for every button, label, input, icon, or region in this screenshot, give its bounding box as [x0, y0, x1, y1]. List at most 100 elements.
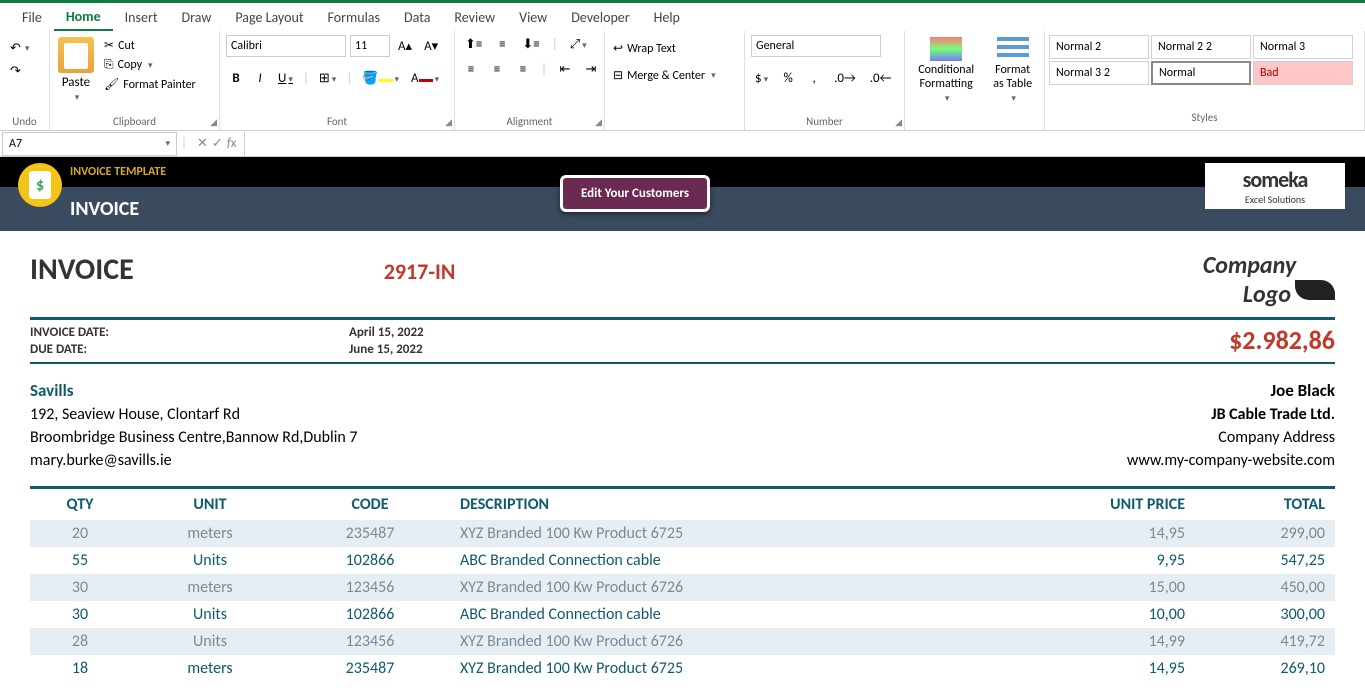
enter-formula-icon[interactable]: ✓ [212, 136, 223, 151]
invoice-body: INVOICE 2917-IN CompanyLogo INVOICE DATE… [0, 231, 1365, 682]
border-button[interactable]: ⊞▾ [315, 69, 340, 88]
table-row[interactable]: 55Units102866ABC Branded Connection cabl… [30, 547, 1335, 574]
table-row[interactable]: 30Units102866ABC Branded Connection cabl… [30, 601, 1335, 628]
align-center-button[interactable]: ≡ [487, 60, 507, 79]
group-styles-gallery: Normal 2Normal 2 2Normal 3 Normal 3 2Norm… [1045, 31, 1365, 130]
undo-button[interactable]: ↶▾ [6, 39, 33, 58]
menu-draw[interactable]: Draw [170, 5, 224, 30]
menu-insert[interactable]: Insert [113, 5, 170, 30]
align-bottom-button[interactable]: ⬇≡ [518, 35, 543, 54]
template-title-bar: INVOICE Edit Your Customers someka Excel… [0, 187, 1365, 231]
menu-view[interactable]: View [507, 5, 559, 30]
dialog-launcher-icon[interactable]: ◢ [445, 117, 452, 128]
cell-style-normal-2-2[interactable]: Normal 2 2 [1151, 35, 1251, 59]
increase-decimal-button[interactable]: .0→ [830, 69, 860, 88]
invoice-title: INVOICE [30, 251, 134, 288]
bold-button[interactable]: B [226, 69, 246, 88]
cell-code: 235487 [290, 520, 450, 547]
menu-developer[interactable]: Developer [559, 5, 641, 30]
worksheet-area[interactable]: INVOICE TEMPLATE INVOICE Edit Your Custo… [0, 157, 1365, 682]
someka-brand: someka [1243, 166, 1308, 193]
cut-label: Cut [118, 39, 135, 53]
from-line1: 192, Seaview House, Clontarf Rd [30, 403, 358, 426]
format-as-table-button[interactable]: Format as Table▾ [987, 35, 1038, 106]
menu-file[interactable]: File [10, 5, 54, 30]
fx-icon[interactable]: fx [227, 136, 237, 151]
italic-button[interactable]: I [250, 69, 270, 88]
underline-button[interactable]: U▾ [274, 69, 297, 88]
cut-button[interactable]: ✂ Cut [102, 37, 198, 54]
increase-indent-button[interactable]: ⇥ [581, 60, 601, 79]
merge-icon: ⊟ [613, 68, 623, 83]
col-price: UNIT PRICE [1055, 488, 1195, 521]
align-top-button[interactable]: ⬆≡ [461, 35, 486, 54]
table-row[interactable]: 18meters235487XYZ Branded 100 Kw Product… [30, 655, 1335, 682]
template-subtitle: INVOICE TEMPLATE [70, 165, 166, 179]
menu-page-layout[interactable]: Page Layout [223, 5, 315, 30]
formula-bar[interactable] [244, 132, 1365, 156]
group-wrap: ↩Wrap Text ⊟Merge & Center▾ [605, 31, 745, 130]
cell-style-normal[interactable]: Normal [1151, 61, 1251, 85]
orientation-button[interactable]: ⤢▾ [566, 35, 591, 54]
bill-from: Savills 192, Seaview House, Clontarf Rd … [30, 378, 358, 472]
table-row[interactable]: 28Units123456XYZ Branded 100 Kw Product … [30, 628, 1335, 655]
merge-center-button[interactable]: ⊟Merge & Center▾ [611, 66, 718, 85]
name-box-value: A7 [9, 137, 22, 151]
align-right-button[interactable]: ≡ [513, 60, 533, 79]
invoice-number: 2917-IN [384, 258, 456, 285]
menu-home[interactable]: Home [54, 4, 113, 31]
cancel-formula-icon[interactable]: ✕ [197, 136, 208, 151]
decrease-font-button[interactable]: A▾ [420, 37, 442, 56]
copy-button[interactable]: ⎘Copy▾ [102, 57, 198, 73]
percent-button[interactable]: % [778, 69, 798, 88]
increase-font-button[interactable]: A▴ [394, 37, 416, 56]
font-name-select[interactable] [226, 35, 346, 57]
name-box[interactable]: A7▾ [2, 132, 177, 156]
number-format-select[interactable] [751, 35, 881, 57]
paste-label: Paste [62, 75, 90, 90]
dialog-launcher-icon[interactable]: ◢ [595, 117, 602, 128]
dialog-launcher-icon[interactable]: ◢ [895, 117, 902, 128]
font-color-button[interactable]: A▾ [407, 69, 443, 88]
menu-formulas[interactable]: Formulas [316, 5, 392, 30]
font-size-select[interactable] [350, 35, 390, 57]
template-title: INVOICE [70, 197, 139, 221]
cell-style-bad[interactable]: Bad [1253, 61, 1353, 85]
comma-button[interactable]: , [804, 69, 824, 88]
table-row[interactable]: 20meters235487XYZ Branded 100 Kw Product… [30, 520, 1335, 547]
menu-data[interactable]: Data [392, 5, 442, 30]
table-row[interactable]: 30meters123456XYZ Branded 100 Kw Product… [30, 574, 1335, 601]
group-label-number: Number [751, 113, 898, 130]
redo-button[interactable]: ↷ [6, 62, 25, 81]
dialog-launcher-icon[interactable]: ◢ [210, 117, 217, 128]
edit-customers-button[interactable]: Edit Your Customers [560, 175, 710, 212]
cell-style-normal-3[interactable]: Normal 3 [1253, 35, 1353, 59]
paste-button[interactable]: Paste ▾ [56, 35, 96, 105]
group-styles-buttons: Conditional Formatting▾ Format as Table▾ [905, 31, 1045, 130]
copy-label: Copy [118, 58, 142, 72]
group-label-undo: Undo [6, 113, 43, 130]
menu-help[interactable]: Help [642, 5, 692, 30]
scissors-icon: ✂ [104, 38, 114, 53]
cell-price: 9,95 [1055, 547, 1195, 574]
cell-styles-gallery[interactable]: Normal 2Normal 2 2Normal 3 Normal 3 2Norm… [1049, 35, 1360, 85]
decrease-indent-button[interactable]: ⇤ [555, 60, 575, 79]
cell-desc: XYZ Branded 100 Kw Product 6726 [450, 574, 1055, 601]
col-code: CODE [290, 488, 450, 521]
menu-review[interactable]: Review [442, 5, 507, 30]
painter-label: Format Painter [123, 78, 196, 92]
align-middle-button[interactable]: ≡ [492, 35, 512, 54]
align-left-button[interactable]: ≡ [461, 60, 481, 79]
cell-style-normal-2[interactable]: Normal 2 [1049, 35, 1149, 59]
from-email: mary.burke@savills.ie [30, 449, 358, 472]
fill-color-button[interactable]: 🪣▾ [358, 69, 403, 88]
wrap-text-button[interactable]: ↩Wrap Text [611, 39, 678, 58]
conditional-formatting-button[interactable]: Conditional Formatting▾ [911, 35, 981, 106]
cell-price: 14,99 [1055, 628, 1195, 655]
table-icon [997, 37, 1029, 61]
format-painter-button[interactable]: 🖌Format Painter [102, 76, 198, 93]
cell-style-normal-3-2[interactable]: Normal 3 2 [1049, 61, 1149, 85]
group-label-alignment: Alignment [461, 113, 598, 130]
decrease-decimal-button[interactable]: .0← [866, 69, 896, 88]
accounting-format-button[interactable]: $▾ [751, 69, 772, 88]
